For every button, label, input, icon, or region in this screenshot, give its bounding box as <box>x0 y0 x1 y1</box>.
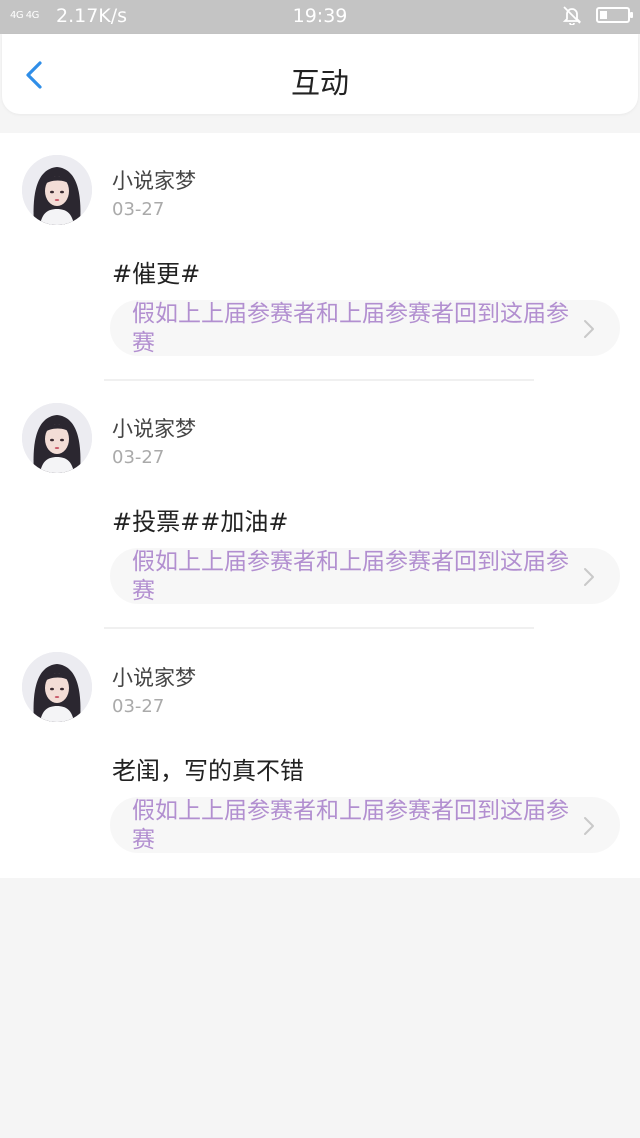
chevron-right-icon <box>584 568 594 586</box>
status-bar: 4G 4G 2.17K/s 19:39 <box>0 0 640 34</box>
list-item: 小说家梦 03-27 #投票##加油# 假如上上届参赛者和上届参赛者回到这届参赛 <box>0 381 640 629</box>
comment-text: #投票##加油# <box>112 508 289 536</box>
divider <box>104 627 534 629</box>
list-item: 小说家梦 03-27 #催更# 假如上上届参赛者和上届参赛者回到这届参赛 <box>0 133 640 381</box>
chevron-right-icon <box>584 320 594 338</box>
comment-text: 老闺，写的真不错 <box>112 757 304 785</box>
post-date: 03-27 <box>112 696 165 717</box>
referenced-work-card[interactable]: 假如上上届参赛者和上届参赛者回到这届参赛 <box>110 548 620 604</box>
page-title: 互动 <box>290 66 349 100</box>
comment-text: #催更# <box>112 260 201 288</box>
chevron-right-icon <box>584 817 594 835</box>
avatar[interactable] <box>22 403 92 473</box>
referenced-work-card[interactable]: 假如上上届参赛者和上届参赛者回到这届参赛 <box>110 797 620 853</box>
post-date: 03-27 <box>112 447 165 468</box>
referenced-work-title: 假如上上届参赛者和上届参赛者回到这届参赛 <box>132 301 569 356</box>
top-bar: 互动 <box>2 34 638 114</box>
referenced-work-card[interactable]: 假如上上届参赛者和上届参赛者回到这届参赛 <box>110 300 620 356</box>
list-item: 小说家梦 03-27 老闺，写的真不错 假如上上届参赛者和上届参赛者回到这届参赛 <box>0 630 640 878</box>
username[interactable]: 小说家梦 <box>112 413 196 443</box>
clock: 19:39 <box>292 5 348 27</box>
referenced-work-title: 假如上上届参赛者和上届参赛者回到这届参赛 <box>132 549 569 604</box>
post-date: 03-27 <box>112 199 165 220</box>
avatar[interactable] <box>22 155 92 225</box>
bell-muted-icon <box>562 6 582 25</box>
avatar[interactable] <box>22 652 92 722</box>
interaction-list: 小说家梦 03-27 #催更# 假如上上届参赛者和上届参赛者回到这届参赛 小说家… <box>0 133 640 878</box>
username[interactable]: 小说家梦 <box>112 165 196 195</box>
referenced-work-title: 假如上上届参赛者和上届参赛者回到这届参赛 <box>132 798 569 853</box>
battery-icon <box>596 7 633 23</box>
username[interactable]: 小说家梦 <box>112 662 196 692</box>
